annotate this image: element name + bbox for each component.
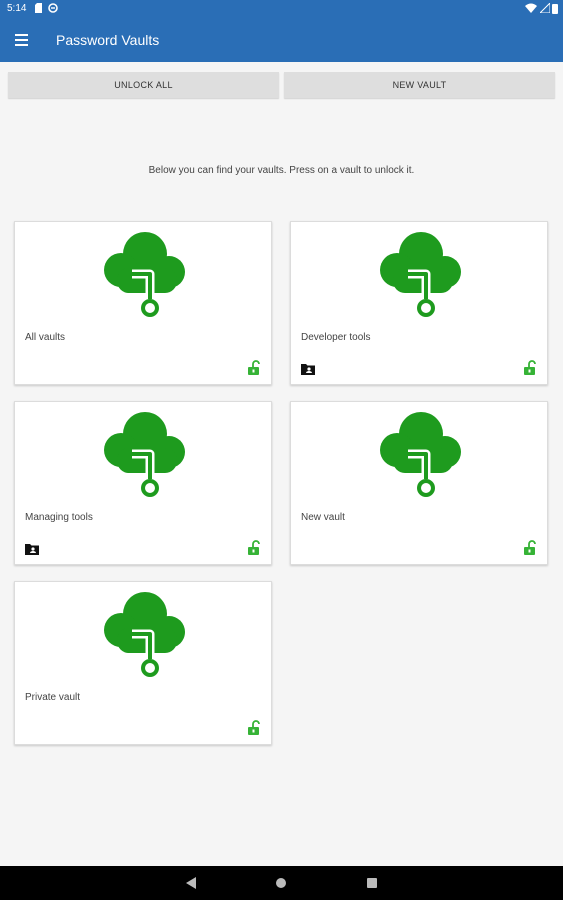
unlocked-lock-icon[interactable] xyxy=(523,540,537,556)
vault-name: New vault xyxy=(301,512,345,523)
recents-icon[interactable] xyxy=(367,878,377,888)
status-time: 5:14 xyxy=(7,3,27,14)
new-vault-button[interactable]: NEW VAULT xyxy=(284,72,555,98)
wifi-icon xyxy=(525,3,537,13)
back-icon[interactable] xyxy=(186,877,196,889)
home-icon[interactable] xyxy=(276,878,286,888)
vaults-hint-text: Below you can find your vaults. Press on… xyxy=(148,165,415,176)
sd-card-icon xyxy=(35,3,42,13)
unlocked-lock-icon[interactable] xyxy=(247,540,261,556)
vault-name: Private vault xyxy=(25,692,81,703)
status-bar: 5:14 xyxy=(0,0,563,18)
unlock-all-button[interactable]: UNLOCK ALL xyxy=(8,72,279,98)
data-saver-icon xyxy=(48,3,58,13)
shared-folder-icon xyxy=(301,363,315,375)
cloud-key-icon xyxy=(375,230,467,320)
vault-name: Developer tools xyxy=(301,332,371,343)
vault-card[interactable]: Private vault xyxy=(14,581,272,745)
vault-name: Managing tools xyxy=(25,512,93,523)
cloud-key-icon xyxy=(99,410,191,500)
page-title: Password Vaults xyxy=(56,32,160,48)
hamburger-menu-icon[interactable] xyxy=(14,30,34,50)
app-bar: Password Vaults xyxy=(0,18,563,62)
cloud-key-icon xyxy=(99,230,191,320)
unlocked-lock-icon[interactable] xyxy=(247,720,261,736)
vault-card[interactable]: Developer tools xyxy=(290,221,548,385)
vault-card[interactable]: New vault xyxy=(290,401,548,565)
unlocked-lock-icon[interactable] xyxy=(247,360,261,376)
vault-card[interactable]: All vaults xyxy=(14,221,272,385)
vault-name: All vaults xyxy=(25,332,66,343)
battery-icon xyxy=(552,4,558,14)
shared-folder-icon xyxy=(25,543,39,555)
cloud-key-icon xyxy=(375,410,467,500)
system-nav-bar xyxy=(0,866,563,900)
vault-card[interactable]: Managing tools xyxy=(14,401,272,565)
signal-icon xyxy=(540,3,550,13)
unlocked-lock-icon[interactable] xyxy=(523,360,537,376)
cloud-key-icon xyxy=(99,590,191,680)
